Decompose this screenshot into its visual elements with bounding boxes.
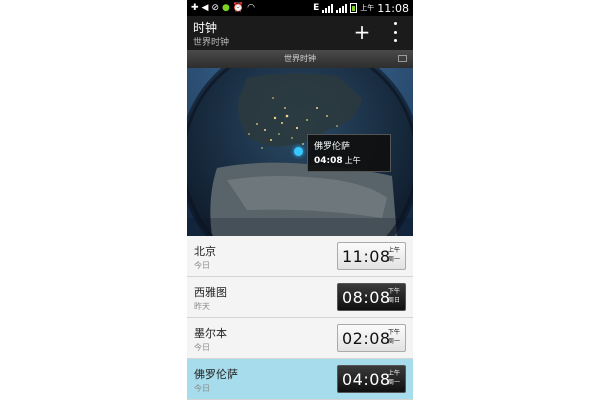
world-map[interactable]: 佛罗伦萨 04:08 上午 bbox=[187, 68, 413, 236]
section-label: 世界时钟 bbox=[284, 54, 316, 63]
city-day: 今日 bbox=[194, 261, 210, 270]
clock-ampm: 下午 bbox=[388, 288, 401, 295]
city-list: 北京 今日 11:08 上午 周一 西雅图 昨天 08:08 下午 周日 墨尔本… bbox=[187, 236, 413, 400]
alarm-icon: ⊘ bbox=[211, 3, 220, 13]
city-name: 北京 bbox=[194, 245, 216, 258]
city-day: 昨天 bbox=[194, 302, 210, 311]
clock-badge: 04:08 上午 周一 bbox=[337, 365, 406, 393]
action-bar: 时钟 世界时钟 + bbox=[187, 16, 413, 50]
location-marker-icon[interactable] bbox=[294, 147, 303, 156]
battery-icon bbox=[350, 3, 358, 13]
add-city-button[interactable]: + bbox=[351, 20, 373, 44]
section-header: 世界时钟 bbox=[187, 50, 413, 68]
city-name: 墨尔本 bbox=[194, 327, 227, 340]
overflow-menu-button[interactable] bbox=[389, 22, 401, 42]
clock-badge: 02:08 下午 周一 bbox=[337, 324, 406, 352]
back-icon: ◀ bbox=[201, 3, 209, 13]
clock-ampm: 上午 bbox=[388, 247, 401, 254]
city-name: 佛罗伦萨 bbox=[194, 368, 238, 381]
add-icon: ✚ bbox=[191, 3, 199, 13]
clock-weekday: 周一 bbox=[388, 256, 401, 263]
menu-dot-icon bbox=[393, 22, 397, 25]
menu-dot-icon bbox=[393, 39, 397, 42]
plus-icon: + bbox=[353, 20, 371, 44]
list-item[interactable]: 墨尔本 今日 02:08 下午 周一 bbox=[187, 318, 413, 359]
clock-time: 11:08 bbox=[342, 247, 391, 266]
network-type: E bbox=[313, 3, 320, 13]
status-time: 11:08 bbox=[377, 1, 409, 15]
city-day: 今日 bbox=[194, 384, 210, 393]
clock-time: 04:08 bbox=[342, 370, 391, 389]
callout-city: 佛罗伦萨 bbox=[314, 142, 351, 152]
clock-ampm: 下午 bbox=[388, 329, 401, 336]
wechat-icon: ● bbox=[222, 3, 230, 13]
status-bar: ✚ ◀ ⊘ ● ⏰ ◠ E 上午 11:08 bbox=[187, 0, 413, 16]
clock-time: 08:08 bbox=[342, 288, 391, 307]
phone-screen: ✚ ◀ ⊘ ● ⏰ ◠ E 上午 11:08 时钟 世界时钟 + 世界时钟 佛罗… bbox=[187, 0, 413, 400]
callout-time: 04:08 上午 bbox=[314, 156, 361, 166]
clock-weekday: 周日 bbox=[388, 297, 401, 304]
clock-ampm: 上午 bbox=[388, 370, 401, 377]
alarm-clock-icon: ⏰ bbox=[232, 3, 245, 13]
list-item[interactable]: 西雅图 昨天 08:08 下午 周日 bbox=[187, 277, 413, 318]
app-title: 时钟 bbox=[193, 21, 218, 35]
status-ampm: 上午 bbox=[360, 4, 375, 12]
clock-weekday: 周一 bbox=[388, 338, 401, 345]
list-item-selected[interactable]: 佛罗伦萨 今日 04:08 上午 周一 bbox=[187, 359, 413, 400]
map-callout[interactable]: 佛罗伦萨 04:08 上午 bbox=[307, 134, 391, 172]
city-day: 今日 bbox=[194, 343, 210, 352]
clock-badge: 11:08 上午 周一 bbox=[337, 242, 406, 270]
list-item[interactable]: 北京 今日 11:08 上午 周一 bbox=[187, 236, 413, 277]
signal-icon-2 bbox=[336, 3, 348, 13]
clock-badge: 08:08 下午 周日 bbox=[337, 283, 406, 311]
menu-dot-icon bbox=[393, 30, 397, 34]
signal-icon bbox=[322, 3, 334, 13]
screen-icon[interactable] bbox=[398, 55, 407, 62]
app-subtitle[interactable]: 世界时钟 bbox=[193, 35, 229, 48]
city-name: 西雅图 bbox=[194, 286, 227, 299]
clock-time: 02:08 bbox=[342, 329, 391, 348]
clock-weekday: 周一 bbox=[388, 379, 401, 386]
wifi-icon: ◠ bbox=[247, 3, 255, 13]
callout-ampm: 上午 bbox=[344, 156, 361, 165]
